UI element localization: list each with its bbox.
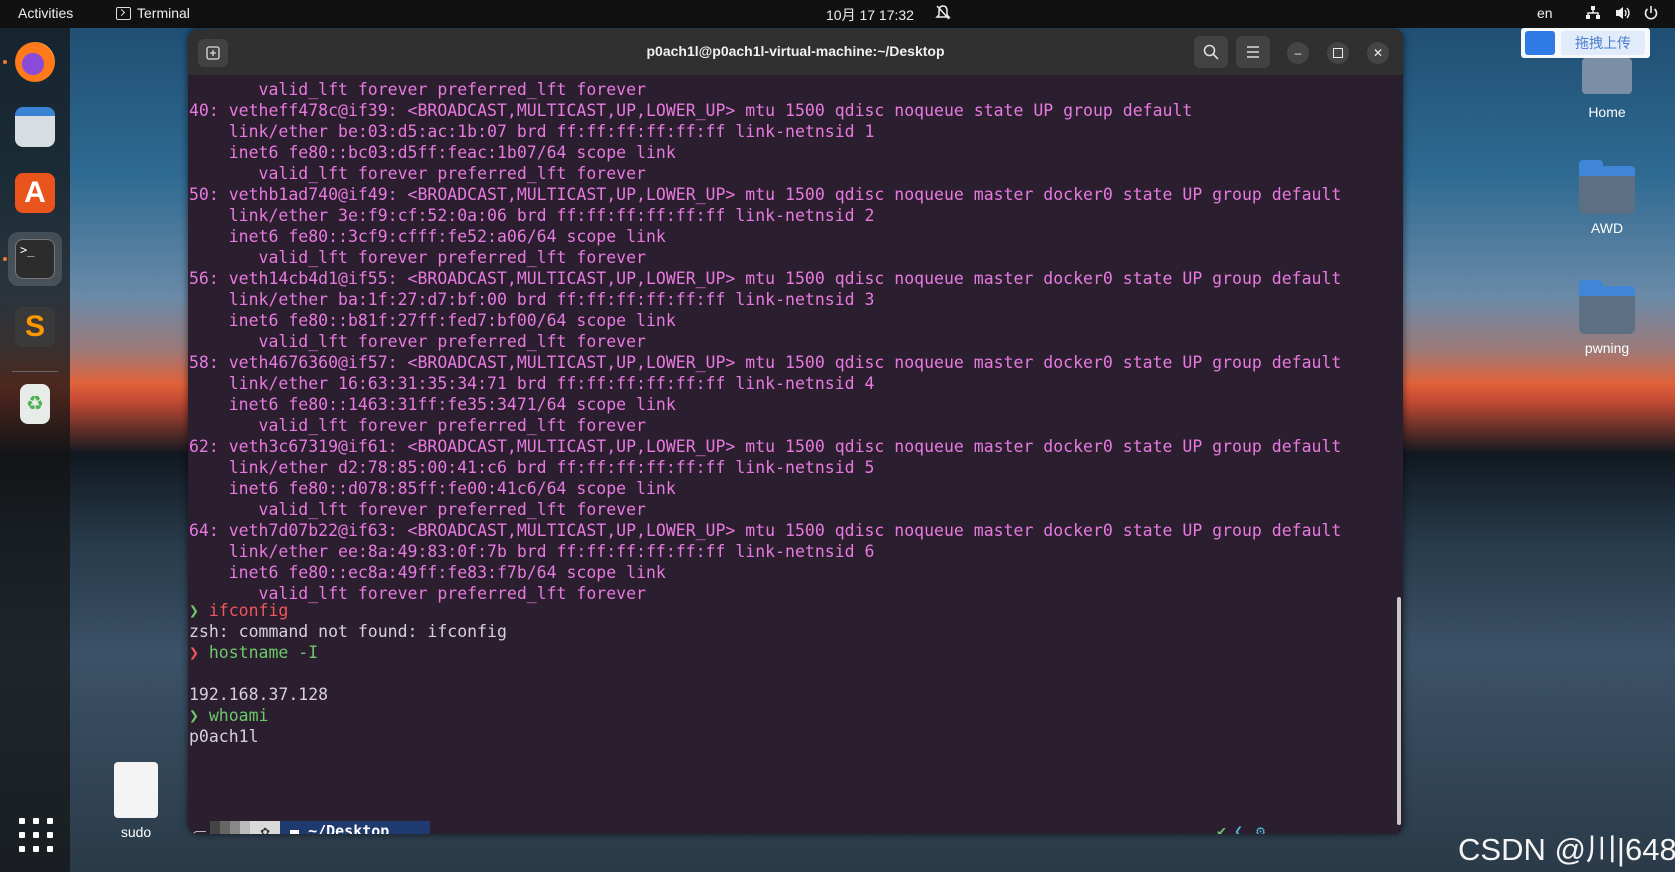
prompt-segment-gradient xyxy=(210,821,250,834)
volume-icon[interactable] xyxy=(1614,5,1632,24)
running-indicator xyxy=(3,60,7,64)
ubuntu-icon: ✿ xyxy=(260,822,270,834)
app-name-label: Terminal xyxy=(137,5,190,21)
power-icon[interactable] xyxy=(1643,5,1659,24)
desktop-icon-label: AWD xyxy=(1590,220,1624,236)
app-menu-terminal[interactable]: Terminal xyxy=(116,5,190,21)
baidu-upload-label: 拖拽上传 xyxy=(1561,31,1645,55)
dock-trash[interactable]: ♻ xyxy=(8,377,62,431)
prompt-path-segment: ▬ ~/Desktop xyxy=(280,821,430,834)
output-line: 62: veth3c67319@if61: <BROADCAST,MULTICA… xyxy=(189,437,1342,456)
output-line: 40: vetheff478c@if39: <BROADCAST,MULTICA… xyxy=(189,101,1193,120)
title-bar[interactable]: p0ach1l@p0ach1l-virtual-machine:~/Deskto… xyxy=(188,29,1403,75)
files-icon xyxy=(15,107,55,147)
output-line: link/ether ee:8a:49:83:0f:7b brd ff:ff:f… xyxy=(189,542,875,561)
command-line: ❯ ifconfig xyxy=(189,601,289,620)
output-line: valid_lft forever preferred_lft forever xyxy=(189,500,646,519)
output-line: valid_lft forever preferred_lft forever xyxy=(189,332,646,351)
output-line: link/ether d2:78:85:00:41:c6 brd ff:ff:f… xyxy=(189,458,875,477)
dock-files[interactable] xyxy=(8,100,62,154)
app-center-icon: A xyxy=(15,173,55,213)
command-output: 192.168.37.128 xyxy=(189,685,329,704)
desktop-icon-label: pwning xyxy=(1584,340,1630,356)
desktop-icon-label: sudo xyxy=(120,824,152,840)
output-line: link/ether 3e:f9:cf:52:0a:06 brd ff:ff:f… xyxy=(189,206,875,225)
maximize-button[interactable] xyxy=(1327,42,1349,64)
dock-terminal[interactable]: >_ xyxy=(8,232,62,286)
output-line: inet6 fe80::1463:31ff:fe35:3471/64 scope… xyxy=(189,395,676,414)
minimize-icon: – xyxy=(1294,46,1302,60)
dock-separator xyxy=(12,371,58,372)
output-line: inet6 fe80::b81f:27ff:fed7:bf00/64 scope… xyxy=(189,311,676,330)
terminal-output[interactable]: valid_lft forever preferred_lft forever 4… xyxy=(188,75,1388,834)
text-file-icon xyxy=(114,762,158,818)
show-apps-icon[interactable] xyxy=(19,818,53,852)
output-line: 64: veth7d07b22@if63: <BROADCAST,MULTICA… xyxy=(189,521,1342,540)
network-icon[interactable] xyxy=(1585,5,1601,24)
dock: A >_ S ♻ xyxy=(0,28,70,872)
output-line: link/ether 16:63:31:35:34:71 brd ff:ff:f… xyxy=(189,374,875,393)
status-gear-icon: ⚙ xyxy=(1256,822,1266,834)
command-output: zsh: command not found: ifconfig xyxy=(189,622,507,641)
top-bar: Activities Terminal 10月 17 17:32 en xyxy=(0,0,1675,28)
baidu-cloud-icon xyxy=(1525,31,1555,55)
close-button[interactable]: ✕ xyxy=(1367,42,1389,64)
output-line: inet6 fe80::bc03:d5ff:feac:1b07/64 scope… xyxy=(189,143,676,162)
output-line: inet6 fe80::d078:85ff:fe00:41c6/64 scope… xyxy=(189,479,676,498)
output-line: valid_lft forever preferred_lft forever xyxy=(189,80,646,99)
terminal-app-icon: >_ xyxy=(15,239,55,279)
output-line: link/ether be:03:d5:ac:1b:07 brd ff:ff:f… xyxy=(189,122,875,141)
bell-muted-icon[interactable] xyxy=(935,4,951,24)
scrollbar[interactable] xyxy=(1397,597,1401,825)
dock-firefox[interactable] xyxy=(8,35,62,89)
hamburger-icon xyxy=(1247,46,1259,58)
activities-button[interactable]: Activities xyxy=(18,5,73,21)
folder-icon xyxy=(1579,160,1635,214)
terminal-window: p0ach1l@p0ach1l-virtual-machine:~/Deskto… xyxy=(188,29,1403,834)
desktop-icon-sudo[interactable]: sudo xyxy=(81,762,191,840)
search-button[interactable] xyxy=(1194,36,1228,68)
prompt-os-segment: ✿ xyxy=(250,821,280,834)
desktop-icon-label: Home xyxy=(1588,104,1626,120)
running-indicator xyxy=(3,257,7,261)
search-icon xyxy=(1203,44,1219,60)
folder-icon: ▬ xyxy=(290,822,300,834)
status-ok-icon: ✔ xyxy=(1217,822,1227,834)
prompt-bracket xyxy=(193,831,206,834)
output-line: 56: veth14cb4d1@if55: <BROADCAST,MULTICA… xyxy=(189,269,1342,288)
command-line: ❯ whoami xyxy=(189,706,269,725)
desktop-icon-pwning[interactable]: pwning xyxy=(1552,280,1662,356)
folder-icon xyxy=(1579,280,1635,334)
clock[interactable]: 10月 17 17:32 xyxy=(826,5,914,25)
output-line: valid_lft forever preferred_lft forever xyxy=(189,416,646,435)
dock-sublime[interactable]: S xyxy=(8,300,62,354)
command-line: ❯ hostname -I xyxy=(189,643,319,662)
close-icon: ✕ xyxy=(1372,46,1384,60)
csdn-watermark: CSDN @川|648 xyxy=(1458,832,1675,867)
firefox-icon xyxy=(15,42,55,82)
output-line: 50: vethb1ad740@if49: <BROADCAST,MULTICA… xyxy=(189,185,1342,204)
output-line: valid_lft forever preferred_lft forever xyxy=(189,164,646,183)
terminal-icon xyxy=(116,7,131,20)
output-line: inet6 fe80::ec8a:49ff:fe83:f7b/64 scope … xyxy=(189,563,666,582)
sublime-icon: S xyxy=(15,307,55,347)
minimize-button[interactable]: – xyxy=(1287,42,1309,64)
output-line: inet6 fe80::3cf9:cfff:fe52:a06/64 scope … xyxy=(189,227,666,246)
dock-app-center[interactable]: A xyxy=(8,166,62,220)
desktop-icon-home[interactable]: Home xyxy=(1552,58,1662,120)
status-arrow-icon: ❮ xyxy=(1234,822,1244,834)
baidu-upload-widget[interactable]: 拖拽上传 xyxy=(1521,28,1650,58)
menu-button[interactable] xyxy=(1236,36,1270,68)
trash-icon: ♻ xyxy=(20,384,50,424)
output-line: link/ether ba:1f:27:d7:bf:00 brd ff:ff:f… xyxy=(189,290,875,309)
output-line: valid_lft forever preferred_lft forever xyxy=(189,248,646,267)
command-output: p0ach1l xyxy=(189,727,259,746)
home-folder-icon xyxy=(1582,58,1632,94)
language-indicator[interactable]: en xyxy=(1537,5,1553,21)
maximize-icon xyxy=(1333,48,1343,58)
output-line: 58: veth4676360@if57: <BROADCAST,MULTICA… xyxy=(189,353,1342,372)
desktop-icon-awd[interactable]: AWD xyxy=(1552,160,1662,236)
